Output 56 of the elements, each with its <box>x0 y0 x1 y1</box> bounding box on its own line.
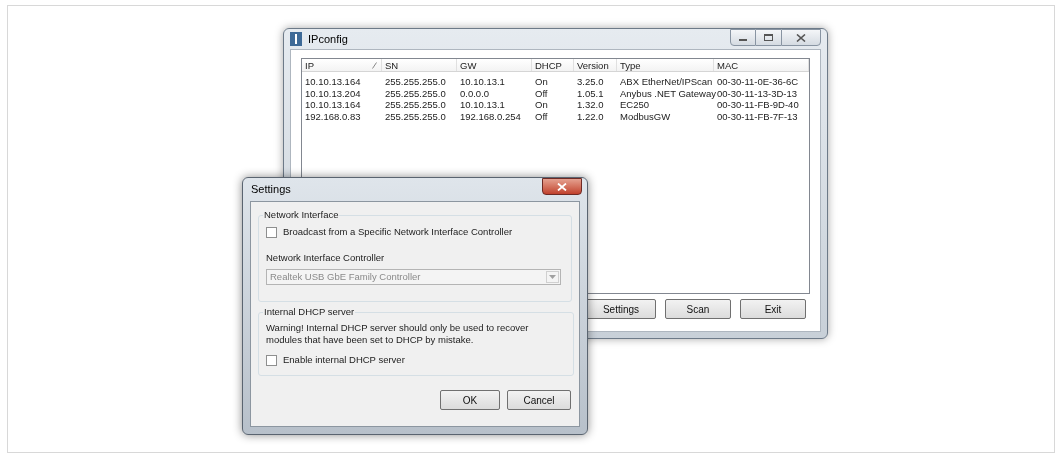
table-cell-text: EC250 <box>619 99 651 111</box>
table-cell-text: 00-30-11-0E-36-6C <box>716 76 800 88</box>
checkbox-label: Enable internal DHCP server <box>283 353 405 368</box>
table-cell-text: 10.10.13.204 <box>304 87 362 99</box>
table-cell-text: 00-30-11-FB-9D-40 <box>716 99 800 111</box>
table-cell-text: 10.10.13.164 <box>304 76 362 88</box>
table-cell-text: Off <box>534 87 549 99</box>
sort-icon <box>372 62 377 69</box>
table-cell-text: 1.32.0 <box>576 99 605 111</box>
table-cell-text: 00-30-11-13-3D-13 <box>716 87 799 99</box>
app-icon <box>290 32 302 46</box>
table-cell-text: On <box>534 99 549 111</box>
field-label: Network Interface Controller <box>266 250 386 265</box>
dialog-button[interactable]: Cancel <box>507 390 571 410</box>
table-cell-text: 00-30-11-FB-7F-13 <box>716 110 799 122</box>
maximize-icon[interactable] <box>756 29 781 46</box>
checkbox[interactable] <box>266 354 277 366</box>
window-title: IPconfig <box>308 31 348 47</box>
column-header[interactable]: GW <box>457 59 532 71</box>
table-cell-text: Off <box>534 110 549 122</box>
table-cell-text: 3.25.0 <box>576 76 605 88</box>
column-header[interactable]: IP <box>302 59 382 71</box>
group-title: Internal DHCP server <box>263 305 356 319</box>
column-header[interactable]: Version <box>574 59 617 71</box>
column-header[interactable]: SN <box>382 59 457 71</box>
close-icon[interactable] <box>542 178 582 195</box>
minimize-icon[interactable] <box>730 29 756 46</box>
checkbox[interactable] <box>266 226 277 238</box>
dialog-button[interactable]: Scan <box>665 299 731 319</box>
table-cell-text: Anybus .NET Gateway <box>619 87 714 99</box>
column-header[interactable]: DHCP <box>532 59 574 71</box>
table-cell-text: 10.10.13.1 <box>459 76 506 88</box>
dialog-button[interactable]: Exit <box>740 299 806 319</box>
dialog-button[interactable]: Settings <box>586 299 656 319</box>
table-cell-text: 255.255.255.0 <box>384 87 447 99</box>
table-cell-text: 1.05.1 <box>576 87 605 99</box>
table-cell-text: On <box>534 76 549 88</box>
group-title: Network Interface <box>263 208 340 222</box>
column-header[interactable]: MAC <box>714 59 809 71</box>
table-cell-text: 192.168.0.83 <box>304 110 362 122</box>
table-cell-text: ModbusGW <box>619 110 672 122</box>
table-cell-text: 10.10.13.1 <box>459 99 506 111</box>
table-cell-text: ABX EtherNet/IPScan <box>619 76 714 88</box>
checkbox-label: Broadcast from a Specific Network Interface Controller <box>283 225 513 240</box>
close-icon[interactable] <box>781 29 821 46</box>
table-cell-text: 1.22.0 <box>576 110 605 122</box>
column-header[interactable]: Type <box>617 59 714 71</box>
table-cell-text: 255.255.255.0 <box>384 99 447 111</box>
table-cell-text: 192.168.0.254 <box>459 110 522 122</box>
dialog-title: Settings <box>251 182 291 198</box>
table-cell-text: 255.255.255.0 <box>384 110 447 122</box>
table-cell-text: 0.0.0.0 <box>459 87 491 99</box>
table-cell-text: 255.255.255.0 <box>384 76 447 88</box>
table-cell-text: 10.10.13.164 <box>304 99 362 111</box>
dialog-button[interactable]: OK <box>440 390 500 410</box>
warning-text: Warning! Internal DHCP server should only be used to recover modules that have been set to DHCP by mistake. <box>266 322 530 346</box>
